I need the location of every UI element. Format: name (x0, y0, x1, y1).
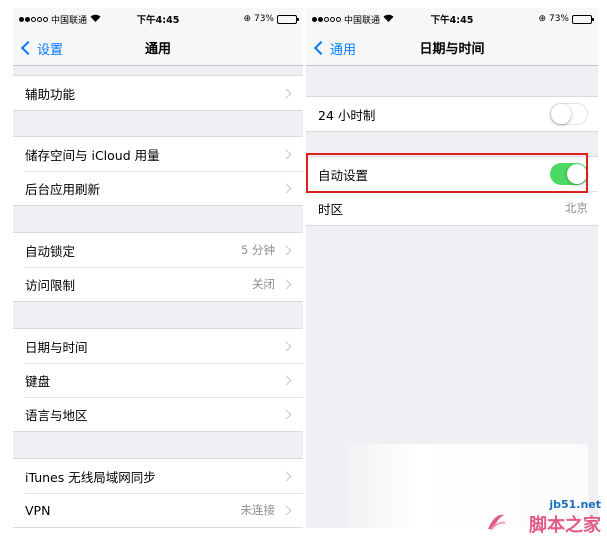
settings-row-time-zone[interactable]: 时区 北京 (306, 191, 598, 225)
signal-strength-icon (19, 16, 48, 22)
toggle-24-hour[interactable] (550, 103, 588, 125)
chevron-right-icon (281, 149, 292, 159)
settings-row-accessibility[interactable]: 辅助功能 (13, 76, 303, 110)
settings-group-storage: 储存空间与 iCloud 用量 后台应用刷新 (13, 136, 303, 206)
row-label: 访问限制 (25, 277, 76, 293)
status-bar: 中国联通 下午4:45 ⊕ 73% (13, 8, 303, 30)
settings-row-vpn[interactable]: VPN 未连接 (13, 493, 303, 527)
chevron-right-icon (281, 88, 292, 98)
back-label: 设置 (37, 42, 64, 58)
settings-row-language-region[interactable]: 语言与地区 (13, 397, 303, 431)
back-label: 通用 (330, 42, 357, 58)
back-button-general[interactable]: 通用 (312, 30, 356, 66)
row-label: 键盘 (25, 373, 51, 389)
toggle-set-automatically[interactable] (550, 163, 588, 185)
chevron-right-icon (281, 375, 292, 385)
chevron-right-icon (281, 505, 292, 515)
settings-row-background-refresh[interactable]: 后台应用刷新 (13, 171, 303, 205)
chevron-right-icon (281, 409, 292, 419)
chevron-left-icon (20, 40, 36, 56)
date-time-screen: 中国联通 下午4:45 ⊕ 73% 通用 日期与时间 24 小时制 自动设置 时… (306, 8, 598, 528)
settings-row-itunes-wifi-sync[interactable]: iTunes 无线局域网同步 (13, 459, 303, 493)
chevron-right-icon (281, 341, 292, 351)
row-value: 关闭 (252, 277, 275, 291)
chevron-right-icon (281, 279, 292, 289)
settings-group-24hour: 24 小时制 (306, 96, 598, 132)
row-value: 未连接 (240, 503, 276, 517)
settings-group-locale: 日期与时间 键盘 语言与地区 (13, 328, 303, 432)
back-button-settings[interactable]: 设置 (19, 30, 63, 66)
row-value: 北京 (565, 201, 588, 215)
settings-row-date-time[interactable]: 日期与时间 (13, 329, 303, 363)
row-label: 语言与地区 (25, 407, 88, 423)
signal-strength-icon (312, 16, 341, 22)
settings-row-storage-icloud[interactable]: 储存空间与 iCloud 用量 (13, 137, 303, 171)
watermark-site-name: 脚本之家 (529, 515, 601, 536)
general-settings-screen: 中国联通 下午4:45 ⊕ 73% 设置 通用 辅助功能 储存空间与 iClou… (13, 8, 303, 528)
battery-icon (277, 14, 299, 24)
wifi-icon (383, 14, 394, 25)
row-label: iTunes 无线局域网同步 (25, 469, 156, 485)
rotation-lock-icon: ⊕ (243, 14, 251, 24)
wifi-icon (90, 14, 101, 25)
toggle-knob (567, 164, 587, 184)
battery-percent: 73% (548, 14, 569, 24)
row-label: VPN (25, 502, 51, 518)
row-label: 时区 (318, 201, 344, 217)
navigation-bar: 通用 日期与时间 (306, 30, 598, 66)
settings-row-set-automatically: 自动设置 (306, 157, 598, 191)
page-title: 日期与时间 (419, 42, 485, 57)
row-label: 储存空间与 iCloud 用量 (25, 147, 160, 163)
chevron-right-icon (281, 183, 292, 193)
settings-row-keyboard[interactable]: 键盘 (13, 363, 303, 397)
watermark-domain: jb51.net (549, 498, 601, 511)
chevron-right-icon (281, 245, 292, 255)
settings-row-24-hour-time: 24 小时制 (306, 97, 598, 131)
settings-group-sync: iTunes 无线局域网同步 VPN 未连接 (13, 458, 303, 528)
settings-row-auto-lock[interactable]: 自动锁定 5 分钟 (13, 233, 303, 267)
row-label: 自动锁定 (25, 243, 76, 259)
settings-group-accessibility: 辅助功能 (13, 75, 303, 111)
status-bar: 中国联通 下午4:45 ⊕ 73% (306, 8, 598, 30)
row-value: 5 分钟 (241, 243, 275, 257)
settings-row-restrictions[interactable]: 访问限制 关闭 (13, 267, 303, 301)
watermark: jb51.net 脚本之家 (529, 498, 601, 537)
battery-icon (572, 14, 594, 24)
settings-group-lock: 自动锁定 5 分钟 访问限制 关闭 (13, 232, 303, 302)
chevron-left-icon (313, 40, 329, 56)
chevron-right-icon (281, 471, 292, 481)
carrier-name: 中国联通 (344, 15, 381, 26)
page-title: 通用 (144, 42, 171, 57)
battery-percent: 73% (253, 14, 274, 24)
watermark-logo-icon (488, 514, 506, 531)
rotation-lock-icon: ⊕ (538, 14, 546, 24)
row-label: 自动设置 (318, 167, 369, 183)
row-label: 辅助功能 (25, 86, 76, 102)
carrier-name: 中国联通 (51, 15, 88, 26)
row-label: 24 小时制 (318, 107, 376, 123)
navigation-bar: 设置 通用 (13, 30, 303, 66)
row-label: 后台应用刷新 (25, 181, 101, 197)
settings-group-auto: 自动设置 时区 北京 (306, 156, 598, 226)
row-label: 日期与时间 (25, 339, 88, 355)
toggle-knob (551, 103, 571, 124)
